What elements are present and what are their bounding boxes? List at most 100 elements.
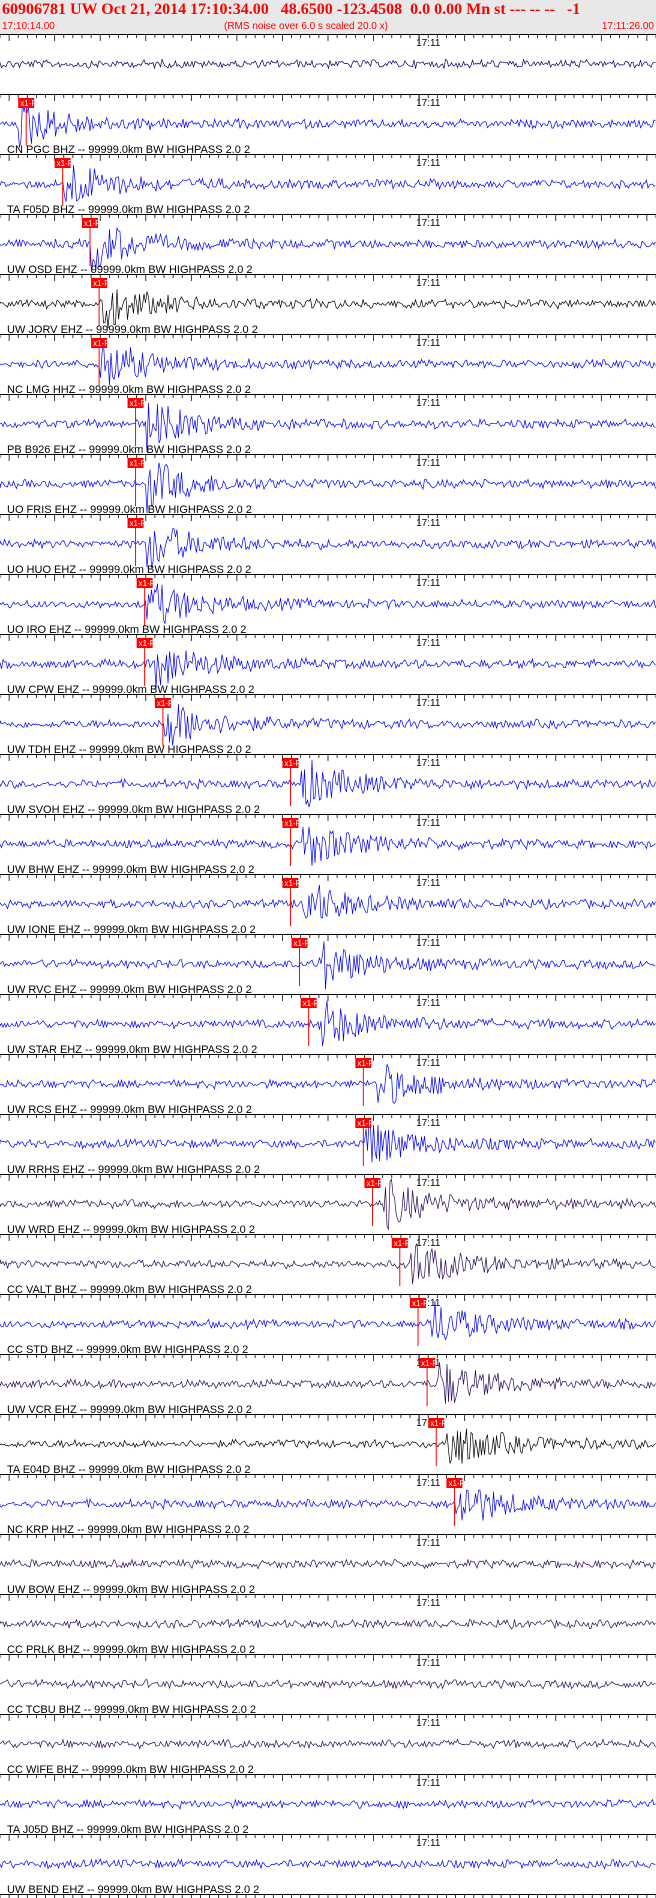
waveform — [0, 1064, 656, 1104]
minute-tick-label: 17:11 — [416, 1778, 441, 1789]
minute-tick-label: 17:11 — [416, 1658, 441, 1669]
waveform — [0, 759, 656, 808]
pick-label: x1-P — [448, 1479, 464, 1488]
start-time: 17:10:14.00 — [2, 21, 55, 32]
minute-tick-label: 17:11 — [416, 758, 441, 769]
waveform — [0, 1858, 656, 1870]
waveform — [0, 1243, 656, 1285]
pick-label: x1-P — [430, 1419, 446, 1428]
plot-header: 60906781 UW Oct 21, 2014 17:10:34.00 48.… — [0, 0, 656, 35]
pick-label: x1-P — [84, 219, 100, 228]
pick-label: x1-P — [303, 999, 319, 1008]
minute-tick-label: 17:11 — [416, 1058, 441, 1069]
trace-row: 17:11x1-PUO IRO EHZ -- 99999.0km BW HIGH… — [0, 574, 656, 636]
minute-tick-label: 17:11 — [416, 818, 441, 829]
minute-tick-label: 17:11 — [416, 578, 441, 589]
trace-row: 17:11x1-PUW OSD EHZ -- 99999.0km BW HIGH… — [0, 214, 656, 276]
event-title: 60906781 UW Oct 21, 2014 17:10:34.00 48.… — [2, 1, 581, 18]
waveform — [0, 1558, 656, 1570]
trace-row: 17:11x1-PUW CPW EHZ -- 99999.0km BW HIGH… — [0, 634, 656, 696]
waveform — [0, 1362, 656, 1404]
waveform — [0, 1618, 656, 1630]
minute-tick-label: 17:11 — [416, 518, 441, 529]
waveform — [0, 289, 656, 328]
trace-row: 17:11x1-PCN PGC BHZ -- 99999.0km BW HIGH… — [0, 94, 656, 156]
waveform — [0, 1000, 656, 1047]
trace-row: 17:11x1-PUW VCR EHZ -- 99999.0km BW HIGH… — [0, 1354, 656, 1416]
minute-tick-label: 17:11 — [416, 1538, 441, 1549]
pick-label: x1-P — [20, 99, 36, 108]
pick-label: x1-P — [130, 459, 146, 468]
minute-tick-label: 17:11 — [416, 1238, 441, 1249]
pick-label: x1-P — [284, 759, 300, 768]
minute-tick-label: 17:11 — [416, 218, 441, 229]
pick-label: x1-P — [421, 1359, 437, 1368]
waveform — [0, 1798, 656, 1810]
trace-row: 17:11x1-PUW TDH EHZ -- 99999.0km BW HIGH… — [0, 694, 656, 756]
minute-tick-label: 17:11 — [416, 1838, 441, 1849]
trace-row: 17:11CC PRLK BHZ -- 99999.0km BW HIGHPAS… — [0, 1594, 656, 1656]
trace-row: 17:11x1-PTA E04D BHZ -- 99999.0km BW HIG… — [0, 1414, 656, 1476]
pick-label: x1-P — [157, 699, 173, 708]
scale-note: (RMS noise over 6.0 s scaled 20.0 x) — [224, 21, 388, 32]
trace-row: 17:11x1-PUO FRIS EHZ -- 99999.0km BW HIG… — [0, 454, 656, 516]
waveform — [0, 1738, 656, 1750]
trace-row: 17:11x1-PCC VALT BHZ -- 99999.0km BW HIG… — [0, 1234, 656, 1296]
trace-row: 17:11UW BOW EHZ -- 99999.0km BW HIGHPASS… — [0, 1534, 656, 1596]
pick-label: x1-P — [139, 639, 155, 648]
trace-row: 17:11x1-PCC STD BHZ -- 99999.0km BW HIGH… — [0, 1294, 656, 1356]
waveform — [0, 1489, 656, 1521]
trace-row: 17:11 x1-PNC KRP HHZ -- 99999.0km BW HIGH… — [0, 1474, 656, 1536]
minute-tick-label: 17:11 — [416, 1598, 441, 1609]
waveform — [0, 884, 656, 919]
trace-row: 17:11 — [0, 34, 656, 70]
minute-tick-label: 17:11 — [416, 278, 441, 289]
minute-tick-label: 17:11 — [416, 158, 441, 169]
pick-label: x1-P — [284, 819, 300, 828]
trace-row: 17:11x1-PUW RVC EHZ -- 99999.0km BW HIGH… — [0, 934, 656, 996]
pick-label: x1-P — [366, 1179, 382, 1188]
waveform — [0, 1428, 656, 1464]
waveform — [0, 1301, 656, 1341]
trace-row: 17:11x1-PUW WRD EHZ -- 99999.0km BW HIGH… — [0, 1174, 656, 1236]
seismogram-plot: 17:1117:11x1-PCN PGC BHZ -- 99999.0km BW… — [0, 34, 656, 1898]
waveform — [0, 1121, 656, 1163]
waveform — [0, 583, 656, 624]
minute-tick-label: 17:11 — [416, 1478, 441, 1489]
pick-label: x1-P — [294, 939, 310, 948]
minute-tick-label: 17:11 — [416, 458, 441, 469]
minute-tick-label: 17:11 — [416, 98, 441, 109]
minute-tick-label: 17:11 — [416, 998, 441, 1009]
waveform — [0, 826, 656, 866]
waveform — [0, 528, 656, 568]
waveform — [0, 704, 656, 746]
waveform — [0, 341, 656, 386]
trace-row: 17:11x1-PUW IONE EHZ -- 99999.0km BW HIG… — [0, 874, 656, 936]
minute-tick-label: 17:11 — [416, 1178, 441, 1189]
waveform — [0, 1178, 656, 1230]
minute-tick-label: 17:11 — [416, 698, 441, 709]
trace-row: 17:11x1-PUW RCS EHZ -- 99999.0km BW HIGH… — [0, 1054, 656, 1116]
pick-label: x1-P — [130, 399, 146, 408]
pick-label: x1-P — [394, 1239, 410, 1248]
minute-tick-label: 17:11 — [416, 938, 441, 949]
minute-tick-label: 17:11 — [416, 1118, 441, 1129]
waveform — [0, 941, 656, 990]
pick-label: x1-P — [139, 579, 155, 588]
trace-row: 17:11x1-PNC LMG HHZ -- 99999.0km BW HIGH… — [0, 334, 656, 396]
trace-row: 17:11x1-PPB B926 EHZ -- 99999.0km BW HIG… — [0, 394, 656, 456]
minute-tick-label: 17:11 — [416, 338, 441, 349]
pick-label: x1-P — [412, 1299, 428, 1308]
pick-label: x1-P — [357, 1059, 373, 1068]
trace-row: 17:11UW BEND EHZ -- 99999.0km BW HIGHPAS… — [0, 1834, 656, 1896]
waveform — [0, 1678, 656, 1690]
minute-tick-label: 17:11 — [416, 398, 441, 409]
pick-label: x1-P — [357, 1119, 373, 1128]
trace-row: 17:11x1-PUW JORV EHZ -- 99999.0km BW HIG… — [0, 274, 656, 336]
waveform — [0, 58, 656, 70]
waveform — [0, 99, 656, 148]
trace-row: 17:11x1-PUW RRHS EHZ -- 99999.0km BW HIG… — [0, 1114, 656, 1176]
minute-tick-label: 17:11 — [416, 638, 441, 649]
minute-tick-label: 17:11 — [416, 38, 441, 49]
trace-row: 17:11x1-PUO HUO EHZ -- 99999.0km BW HIGH… — [0, 514, 656, 576]
